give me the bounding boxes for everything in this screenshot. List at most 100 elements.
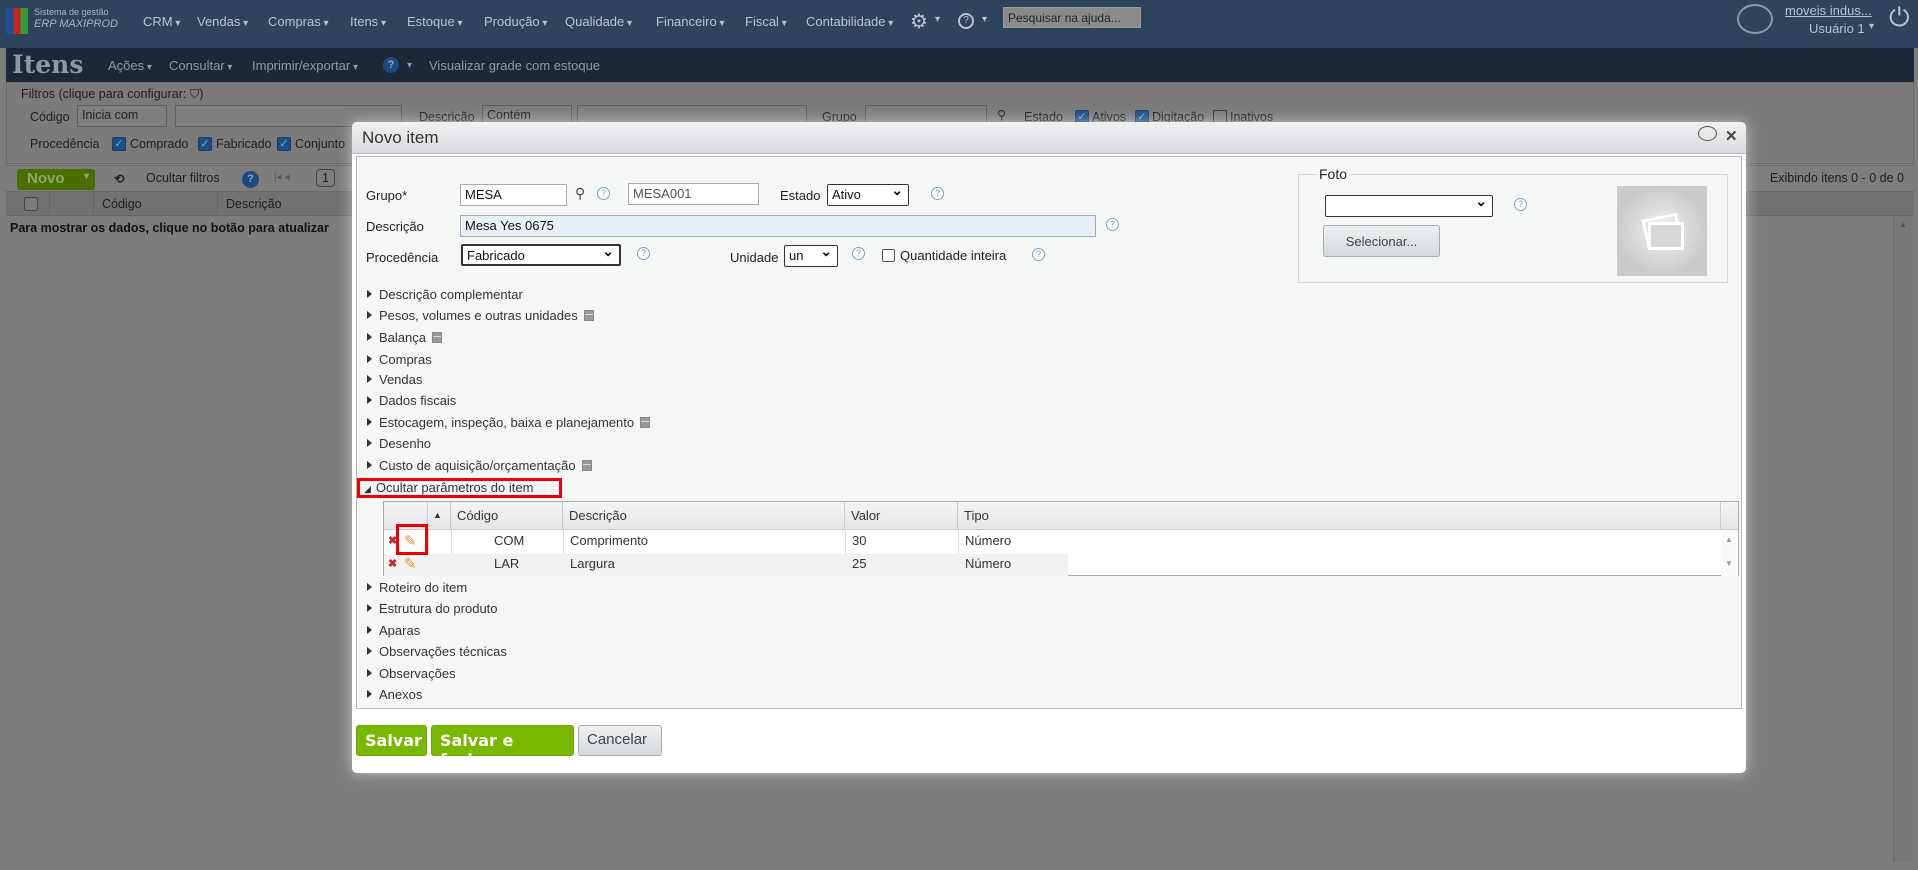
menu-compras[interactable]: Compras [268,14,329,29]
section-observacoes-tecnicas[interactable]: Observações técnicas [367,644,507,659]
help-dropdown-icon[interactable]: ▾ [407,60,412,71]
chat-icon[interactable] [1698,126,1717,141]
help-icon[interactable]: ? [1514,198,1527,211]
menu-itens[interactable]: Itens [350,14,386,29]
help-icon[interactable]: ? [852,247,865,260]
menu-fiscal[interactable]: Fiscal [745,14,787,29]
section-vendas[interactable]: Vendas [367,372,422,387]
menu-consultar[interactable]: Consultar [169,58,232,73]
unidade-select[interactable]: un [784,243,838,267]
user-menu[interactable]: Usuário 1 [1809,21,1865,36]
column-codigo[interactable]: Código [102,197,142,211]
codigo-input[interactable]: MESA001 [628,183,759,205]
fabricado-checkbox[interactable]: ✓ [198,137,212,151]
table-row[interactable]: ✖ ✎ LAR Largura 25 Número [384,554,1068,576]
help-icon[interactable]: ? [637,247,650,260]
quantidade-inteira-checkbox[interactable] [882,249,895,262]
help-icon[interactable]: ? [931,187,944,200]
section-custo-aquisicao[interactable]: Custo de aquisição/orçamentação [367,458,592,473]
power-icon[interactable]: ⏻ [1889,2,1910,34]
scroll-up-icon[interactable]: ▲ [1725,535,1733,544]
section-pesos-volumes[interactable]: Pesos, volumes e outras unidades [367,308,594,323]
section-observacoes[interactable]: Observações [367,666,456,681]
select-all-checkbox[interactable] [24,197,38,211]
column-codigo[interactable]: Código [451,502,563,530]
column-tipo[interactable]: Tipo [958,502,1721,530]
section-anexos[interactable]: Anexos [367,687,422,702]
close-icon[interactable]: ✕ [1725,127,1738,145]
conjunto-checkbox[interactable]: ✓ [277,137,291,151]
scroll-down-icon[interactable]: ▼ [1725,559,1733,568]
section-desenho[interactable]: Desenho [367,436,431,451]
section-roteiro[interactable]: Roteiro do item [367,580,467,595]
help-icon[interactable]: ? [242,171,259,188]
menu-acoes[interactable]: Ações [108,58,152,73]
brand[interactable]: Sistema de gestão ERP MAXIPROD [34,6,118,30]
search-icon[interactable]: ⚲ [997,107,1006,122]
refresh-icon[interactable]: ⟲ [114,171,124,186]
sort-asc-icon[interactable]: ▲ [428,502,451,530]
chat-icon[interactable] [1737,4,1773,34]
help-icon[interactable]: ? [597,187,610,200]
help-icon[interactable]: ? [1032,248,1045,261]
novo-button[interactable]: Novo ▾ [17,169,95,190]
menu-qualidade[interactable]: Qualidade [565,14,632,29]
grupo-input[interactable]: MESA [460,184,567,206]
gear-dropdown-icon[interactable]: ▾ [935,14,940,25]
grid-scrollbar[interactable]: ▲ [1893,216,1912,862]
company-link[interactable]: moveis indus... [1785,3,1872,18]
menu-contabilidade[interactable]: Contabilidade [806,14,893,29]
table-scrollbar[interactable]: ▲ ▼ [1721,530,1738,576]
help-icon[interactable]: ? [383,57,399,73]
column-descricao[interactable]: Descrição [563,502,845,530]
scroll-up-icon[interactable]: ▲ [1899,220,1907,229]
document-icon [583,310,594,321]
section-label: Balança [379,330,426,345]
first-page-icon[interactable]: |◂ ◂ [274,172,289,183]
section-parametros-toggle[interactable]: ◢ Ocultar parâmetros do item [364,480,533,495]
foto-select[interactable] [1325,193,1493,217]
filter-icon[interactable]: ⛉ [190,87,199,101]
estado-select[interactable]: Ativo [827,182,909,206]
selecionar-button[interactable]: Selecionar... [1323,225,1440,257]
section-dados-fiscais[interactable]: Dados fiscais [367,393,456,408]
codigo-operator-select[interactable]: Inicia com [77,105,167,127]
column-valor[interactable]: Valor [845,502,958,530]
collapse-icon: ◢ [364,484,371,494]
comprado-checkbox[interactable]: ✓ [112,137,126,151]
delete-icon[interactable]: ✖ [388,557,397,570]
help-icon[interactable]: ? [958,13,974,29]
save-and-close-button[interactable]: Salvar e fechar [431,725,574,769]
section-descricao-complementar[interactable]: Descrição complementar [367,287,523,302]
user-dropdown-icon[interactable]: ▾ [1869,21,1874,32]
search-icon[interactable]: ⚲ [575,185,585,202]
save-button[interactable]: Salvar [356,725,427,756]
hide-filters-button[interactable]: Ocultar filtros [146,171,220,185]
menu-crm[interactable]: CRM [143,14,180,29]
section-estrutura[interactable]: Estrutura do produto [367,601,498,616]
logo-icon [6,8,28,34]
section-aparas[interactable]: Aparas [367,623,420,638]
help-icon[interactable]: ? [1106,218,1119,231]
cancel-button[interactable]: Cancelar [578,725,662,756]
menu-producao[interactable]: Produção [484,14,547,29]
section-estocagem[interactable]: Estocagem, inspeção, baixa e planejament… [367,415,651,430]
menu-vendas[interactable]: Vendas [197,14,248,29]
edit-pencil-icon[interactable]: ✎ [404,555,417,573]
grid-stock-link[interactable]: Visualizar grade com estoque [429,58,600,73]
procedencia-select[interactable]: Fabricado [461,243,621,266]
column-descricao[interactable]: Descrição [226,197,282,211]
gear-icon[interactable]: ⚙ [910,9,928,34]
table-row[interactable]: ✖ ✎ COM Comprimento 30 Número [384,530,1721,577]
help-dropdown-icon[interactable]: ▾ [982,14,987,25]
page-number[interactable]: 1 [316,169,335,187]
descricao-input[interactable]: Mesa Yes 0675 [460,215,1096,237]
section-compras[interactable]: Compras [367,352,432,367]
chevron-down-icon[interactable]: ▾ [84,171,89,182]
filters-legend[interactable]: Filtros (clique para configurar: ⛉) [19,87,206,102]
menu-estoque[interactable]: Estoque [407,14,463,29]
menu-financeiro[interactable]: Financeiro [656,14,725,29]
menu-imprimir-exportar[interactable]: Imprimir/exportar [252,58,358,73]
section-balanca[interactable]: Balança [367,330,442,345]
help-search-input[interactable]: Pesquisar na ajuda... [1003,7,1141,28]
